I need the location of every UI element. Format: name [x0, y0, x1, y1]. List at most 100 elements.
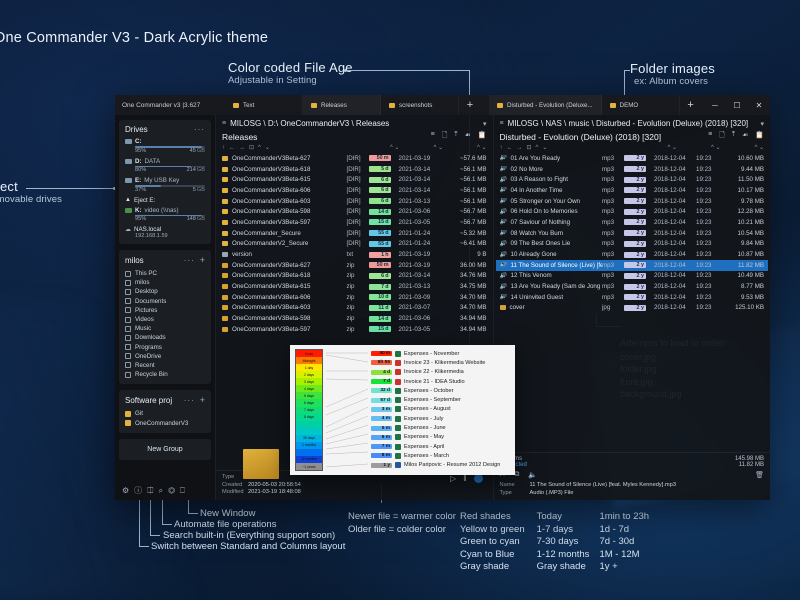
chevron-down-icon[interactable]: ▾ [483, 120, 487, 128]
sort-name-desc[interactable]: ⌄ [265, 144, 270, 151]
table-row[interactable]: OneCommanderV3Beta-627 [DIR] 50 m 2021-03-1… [218, 153, 491, 164]
clipboard-icon[interactable]: 📋 [478, 131, 487, 142]
list-item[interactable]: 5 m Expenses - June [371, 423, 510, 432]
project-card-add-button[interactable]: + [200, 395, 205, 405]
tab-text[interactable]: Text [225, 95, 303, 115]
right-breadcrumb[interactable]: ≡ MILOSG \ NAS \ music \ Disturbed - Evo… [494, 115, 771, 131]
right-file-list[interactable]: 🔊 01 Are You Ready mp3 2 y 2018-12-04 19:23 10… [494, 153, 771, 452]
sort-size[interactable]: ^ ⌄ [754, 144, 764, 151]
search-icon[interactable]: ⌕ [159, 486, 163, 496]
tab-screenshots[interactable]: screenshots [381, 95, 459, 115]
table-row[interactable]: OneCommanderV3Beta-606 zip 10 d 2021-03-09 3… [218, 292, 491, 303]
seek-knob[interactable] [473, 474, 483, 484]
nav-up-button[interactable]: ↑ [222, 145, 225, 151]
table-row[interactable]: OneCommanderV3Beta-598 zip 14 d 2021-03-06 3… [218, 313, 491, 324]
drive-item[interactable]: D: DATA 80% 214 GB [125, 158, 205, 173]
new-group-button[interactable]: New Group [119, 438, 211, 460]
pause-button[interactable]: ‖ [463, 474, 466, 483]
table-row[interactable]: OneCommanderV3Beta-598 [DIR] 14 d 2021-03-0… [218, 206, 491, 217]
new-file-icon[interactable]: 🗋 [719, 131, 725, 142]
table-row[interactable]: OneCommanderV3Beta-597 [DIR] 15 d 2021-03-0… [218, 217, 491, 228]
sidebar-item-onecommanderv3[interactable]: OneCommanderV3 [125, 418, 205, 427]
sort-icon[interactable]: ≡ [708, 131, 712, 142]
network-drive-item[interactable]: K: video (\\nas) 95% 148 GB [125, 207, 205, 222]
drives-menu-button[interactable]: ··· [194, 125, 205, 134]
new-tab-button-right[interactable]: + [680, 95, 702, 115]
new-file-icon[interactable]: 🗋 [442, 131, 448, 142]
list-item[interactable]: 3 m Expenses - August [371, 405, 510, 414]
play-button[interactable]: ▷ [450, 474, 456, 483]
sort-icon[interactable]: ≡ [431, 131, 435, 142]
project-card-menu-button[interactable]: ··· [184, 396, 195, 405]
table-row[interactable]: 🔊11 The Sound of Silence (Live) [feat. M… [495, 259, 768, 271]
table-row[interactable]: 🔊 02 No More mp3 2 y 2018-12-04 19:23 9.44 MB [496, 164, 769, 175]
sort-date[interactable]: ^ ⌄ [433, 144, 443, 151]
clipboard-icon[interactable]: 📋 [755, 131, 764, 142]
sidebar-item-recent[interactable]: Recent [125, 361, 205, 370]
sidebar-item-videos[interactable]: Videos [125, 315, 205, 324]
sidebar-item-documents[interactable]: Documents [125, 297, 205, 306]
nav-back-button[interactable]: ← [229, 145, 235, 151]
tag-icon[interactable]: ☙ [742, 131, 748, 142]
table-row[interactable]: 🔊 10 Already Gone mp3 2 y 2018-12-04 19:23 10.… [496, 249, 769, 260]
sidebar-item-milos[interactable]: milos [125, 278, 205, 287]
mute-icon[interactable]: 🔈 [528, 471, 537, 479]
list-item[interactable]: 4 d Invoice 22 - Klikermedia [371, 368, 510, 377]
sidebar-item-git[interactable]: Git [125, 409, 205, 418]
sort-name-asc[interactable]: ^ [536, 145, 539, 151]
new-folder-icon[interactable]: ⤒ [732, 131, 735, 142]
nas-item[interactable]: ☁ NAS.local [125, 226, 205, 233]
chevron-down-icon[interactable]: ▾ [760, 120, 764, 128]
drive-item[interactable]: C: 95% 45 GB [125, 138, 205, 154]
minimize-button[interactable]: ─ [704, 95, 726, 115]
table-row[interactable]: OneCommanderV2_Secure [DIR] 55 d 2021-01-24… [218, 239, 491, 250]
copy-icon[interactable]: ⧉ [514, 471, 519, 479]
table-row[interactable]: OneCommanderV3Beta-627 zip 50 m 2021-03-19 3… [218, 260, 491, 271]
user-card-add-button[interactable]: + [200, 255, 205, 265]
list-item[interactable]: 40 m Expenses - November [371, 349, 510, 358]
sort-ext[interactable]: ^ ⌄ [667, 144, 677, 151]
maximize-button[interactable]: ☐ [726, 95, 748, 115]
list-item[interactable]: 1 y Milos Paripovic - Resume 2012 Design [371, 461, 510, 470]
list-item[interactable]: 6h 55 Invoice 23 - Klikermedia Website [371, 358, 510, 367]
list-item[interactable]: 6 m Expenses - May [371, 433, 510, 442]
sidebar-item-downloads[interactable]: Downloads [125, 333, 205, 342]
tab-demo[interactable]: DEMO [602, 95, 680, 115]
table-row[interactable]: OneCommanderV3Beta-618 [DIR] 5 d 2021-03-14… [218, 164, 491, 175]
table-row[interactable]: version txt 1 h 2021-03-19 9 B [218, 249, 491, 260]
list-item[interactable]: 32 d Expenses - October [371, 386, 510, 395]
table-row[interactable]: OneCommanderV3Beta-618 zip 6 d 2021-03-14 34… [218, 271, 491, 282]
sidebar-item-onedrive[interactable]: OneDrive [125, 352, 205, 361]
nav-newtab-button[interactable]: ⊡ [527, 144, 532, 151]
nav-forward-button[interactable]: → [239, 145, 245, 151]
table-row[interactable]: 🔊 01 Are You Ready mp3 2 y 2018-12-04 19:23 10… [496, 153, 769, 164]
nav-up-button[interactable]: ↑ [500, 145, 503, 151]
sidebar-item-music[interactable]: Music [125, 324, 205, 333]
table-row[interactable]: OneCommanderV3Beta-615 zip 7 d 2021-03-13 34… [218, 281, 491, 292]
gear-icon[interactable]: ⚙ [122, 486, 129, 495]
table-row[interactable]: 🔊 03 A Reason to Fight mp3 2 y 2018-12-04 19:… [496, 174, 769, 185]
tag-icon[interactable]: ☙ [465, 131, 471, 142]
automate-icon[interactable]: ⏣ [168, 486, 175, 495]
tab-disturbed[interactable]: Disturbed - Evolution (Deluxe... [489, 95, 602, 115]
sidebar-item-programs[interactable]: Programs [125, 343, 205, 352]
sort-ext[interactable]: ^ ⌄ [390, 144, 400, 151]
list-item[interactable]: 7 d Invoice 21 - IDEA Studio [371, 377, 510, 386]
table-row[interactable]: OneCommanderV3Beta-597 zip 15 d 2021-03-05 3… [218, 324, 491, 335]
list-item[interactable]: 57 d Expenses - September [371, 395, 510, 404]
list-item[interactable]: 8 m Expenses - March [371, 451, 510, 460]
sidebar-item-this-pc[interactable]: This PC [125, 269, 205, 278]
table-row[interactable]: 🔊 09 The Best Ones Lie mp3 2 y 2018-12-04 19:… [496, 239, 769, 250]
table-row[interactable]: 🔊 04 In Another Time mp3 2 y 2018-12-04 19:23… [496, 185, 769, 196]
sort-name-asc[interactable]: ^ [258, 145, 261, 151]
new-window-icon[interactable]: ⎕ [180, 486, 185, 496]
close-button[interactable]: ✕ [748, 95, 770, 115]
table-row[interactable]: OneCommanderV3Beta-615 [DIR] 6 d 2021-03-14… [218, 174, 491, 185]
nav-forward-button[interactable]: → [517, 145, 523, 151]
table-row[interactable]: OneCommanderV3Beta-603 zip 11 d 2021-03-07 3… [218, 303, 491, 314]
table-row[interactable]: 🔊 06 Hold On to Memories mp3 2 y 2018-12-04 1… [496, 206, 769, 217]
sidebar-item-pictures[interactable]: Pictures [125, 306, 205, 315]
list-item[interactable]: 4 m Expenses - July [371, 414, 510, 423]
sidebar-item-recycle-bin[interactable]: Recycle Bin [125, 370, 205, 379]
table-row[interactable]: OneCommanderV3Beta-603 [DIR] 6 d 2021-03-13… [218, 196, 491, 207]
